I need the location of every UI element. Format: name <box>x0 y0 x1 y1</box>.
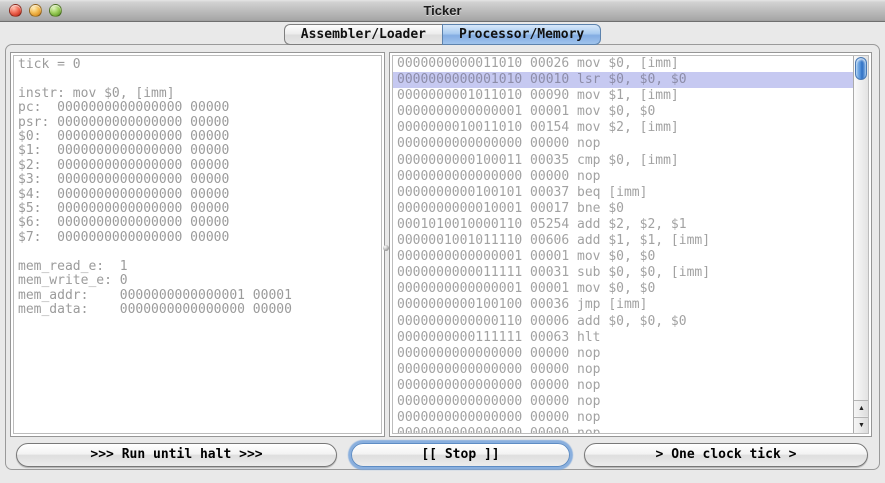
app-window: { "window": { "title": "Ticker" }, "tabs… <box>0 0 885 483</box>
memory-row[interactable]: 0000000000000001 00001 mov $0, $0 <box>393 281 853 297</box>
processor-state-panel: tick = 0 instr: mov $0, [imm] pc: 000000… <box>10 52 385 437</box>
memory-row[interactable]: 0001010010000110 05254 add $2, $2, $1 <box>393 217 853 233</box>
memory-row[interactable]: 0000000000011111 00031 sub $0, $0, [imm] <box>393 265 853 281</box>
memory-row[interactable]: 0000000000001010 00010 lsr $0, $0, $0 <box>393 72 853 88</box>
memory-row[interactable]: 0000000000000000 00000 nop <box>393 410 853 426</box>
window-title: Ticker <box>0 3 885 18</box>
memory-row[interactable]: 0000000001011010 00090 mov $1, [imm] <box>393 88 853 104</box>
memory-row[interactable]: 0000000000000000 00000 nop <box>393 378 853 394</box>
memory-row[interactable]: 0000000000011010 00026 mov $0, [imm] <box>393 56 853 72</box>
memory-row[interactable]: 0000000000000000 00000 nop <box>393 169 853 185</box>
memory-row[interactable]: 0000000000100101 00037 beq [imm] <box>393 185 853 201</box>
memory-row[interactable]: 0000000000100100 00036 jmp [imm] <box>393 297 853 313</box>
memory-row[interactable]: 0000000000010001 00017 bne $0 <box>393 201 853 217</box>
memory-row[interactable]: 0000000000000000 00000 nop <box>393 136 853 152</box>
tab-assembler-loader[interactable]: Assembler/Loader <box>284 24 442 45</box>
tab-bar: Assembler/Loader Processor/Memory <box>0 24 885 45</box>
memory-row[interactable]: 0000001001011110 00606 add $1, $1, [imm] <box>393 233 853 249</box>
scrollbar-thumb[interactable] <box>855 57 867 80</box>
memory-row[interactable]: 0000000000111111 00063 hlt <box>393 330 853 346</box>
memory-row[interactable]: 0000000000000000 00000 nop <box>393 426 853 433</box>
run-until-halt-button[interactable]: >>> Run until halt >>> <box>16 443 337 467</box>
memory-row[interactable]: 0000000000000000 00000 nop <box>393 362 853 378</box>
scroll-down-icon[interactable]: ▼ <box>854 417 869 433</box>
memory-row[interactable]: 0000000000000001 00001 mov $0, $0 <box>393 249 853 265</box>
stop-button[interactable]: [[ Stop ]] <box>351 443 570 467</box>
memory-row[interactable]: 0000000000000110 00006 add $0, $0, $0 <box>393 314 853 330</box>
scrollbar[interactable]: ▲ ▼ <box>853 56 868 433</box>
scroll-up-icon[interactable]: ▲ <box>854 400 869 416</box>
processor-state-text: tick = 0 instr: mov $0, [imm] pc: 000000… <box>14 56 381 317</box>
memory-panel: 0000000000011010 00026 mov $0, [imm]0000… <box>389 52 872 437</box>
memory-list[interactable]: 0000000000011010 00026 mov $0, [imm]0000… <box>393 56 853 433</box>
title-bar: Ticker <box>0 0 885 22</box>
one-clock-tick-button[interactable]: > One clock tick > <box>584 443 868 467</box>
memory-row[interactable]: 0000000000000000 00000 nop <box>393 346 853 362</box>
memory-row[interactable]: 0000000000000000 00000 nop <box>393 394 853 410</box>
memory-row[interactable]: 0000000000000001 00001 mov $0, $0 <box>393 104 853 120</box>
memory-row[interactable]: 0000000000100011 00035 cmp $0, [imm] <box>393 153 853 169</box>
memory-row[interactable]: 0000000010011010 00154 mov $2, [imm] <box>393 120 853 136</box>
tab-processor-memory[interactable]: Processor/Memory <box>442 24 601 45</box>
